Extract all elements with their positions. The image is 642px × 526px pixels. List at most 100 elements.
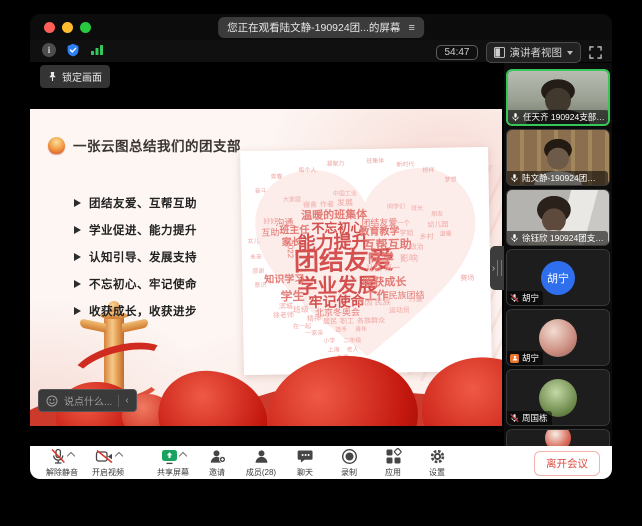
traffic-lights bbox=[44, 22, 91, 33]
participant-tile[interactable]: 周国栋 bbox=[506, 369, 610, 426]
invite-button[interactable]: 邀请 bbox=[199, 448, 235, 478]
chat-placeholder: 说点什么... bbox=[64, 393, 112, 408]
pin-icon bbox=[48, 71, 57, 82]
bullet-arrow-icon bbox=[74, 253, 81, 261]
wordcloud-word: 作者 bbox=[320, 202, 334, 209]
collapse-chat-icon[interactable]: ‹ bbox=[125, 395, 128, 406]
wordcloud-word: 班长 bbox=[411, 206, 423, 212]
banner-text: 您正在观看陆文静-190924团...的屏幕 bbox=[227, 20, 400, 35]
wordcloud-word: 朋友 bbox=[431, 212, 443, 218]
wordcloud-word: 幼儿园 bbox=[427, 222, 448, 229]
wordcloud-word: 二年级 bbox=[343, 338, 361, 344]
wordcloud-word: 影响 bbox=[400, 254, 418, 263]
wordcloud-word: 宿舍 bbox=[303, 202, 317, 209]
wordcloud-word: 温暖 bbox=[440, 232, 452, 238]
start-video-button[interactable]: 开启视频 bbox=[90, 448, 126, 478]
banner-menu-icon[interactable]: ≡ bbox=[408, 22, 414, 34]
divider bbox=[118, 395, 119, 407]
lock-view-button[interactable]: 锁定画面 bbox=[40, 65, 110, 88]
mic-on-icon bbox=[510, 233, 519, 243]
slide-title-emblem-icon bbox=[48, 137, 65, 154]
emoji-icon[interactable] bbox=[46, 395, 58, 407]
sidebar-collapse-handle[interactable]: › bbox=[490, 246, 504, 290]
speaker-view-icon bbox=[494, 47, 505, 58]
watching-screen-banner[interactable]: 您正在观看陆文静-190924团...的屏幕 ≡ bbox=[218, 17, 424, 38]
mic-on-icon bbox=[510, 173, 519, 183]
participant-label: 胡宁 bbox=[507, 351, 543, 365]
wordcloud-word: 北京冬奥会 bbox=[315, 308, 360, 318]
wordcloud-word: 在一起 bbox=[293, 324, 311, 330]
participant-tile[interactable]: 胡宁 胡宁 bbox=[506, 249, 610, 306]
view-mode-button[interactable]: 演讲者视图 bbox=[486, 42, 582, 63]
participant-tile[interactable]: 任天齐 190924支部… bbox=[506, 69, 610, 126]
chevron-up-icon[interactable] bbox=[114, 452, 122, 460]
record-button[interactable]: 录制 bbox=[331, 448, 367, 478]
share-screen-button[interactable]: 共享屏幕 bbox=[155, 448, 191, 478]
wordcloud-word: 赛场 bbox=[460, 275, 474, 282]
network-signal-icon[interactable] bbox=[90, 44, 104, 56]
participant-tile[interactable]: 陆文静-190924团支… bbox=[506, 129, 610, 186]
wordcloud-word: 徐老师 bbox=[273, 312, 294, 319]
titlebar: 您正在观看陆文静-190924团...的屏幕 ≡ bbox=[30, 14, 612, 40]
apps-button[interactable]: 应用 bbox=[375, 448, 411, 478]
wordcloud-word: 学姐 bbox=[399, 230, 413, 237]
wordcloud-word: 发展 bbox=[337, 199, 353, 207]
participants-sidebar: › 任天齐 190924支部… bbox=[504, 63, 612, 446]
wordcloud-word: 是一个 bbox=[389, 220, 410, 227]
participant-label: 胡宁 bbox=[507, 291, 543, 305]
chevron-up-icon[interactable] bbox=[67, 452, 75, 460]
wordcloud-word: 社区 bbox=[366, 265, 382, 273]
wordcloud-word: 学生 bbox=[281, 290, 305, 302]
wordcloud-word: 2022 bbox=[286, 240, 294, 258]
wordcloud-word: 一家亲 bbox=[305, 331, 323, 337]
encryption-shield-icon[interactable] bbox=[66, 43, 80, 57]
meeting-info-icon[interactable]: i bbox=[42, 43, 56, 57]
wordcloud-word: 班级 bbox=[293, 306, 309, 314]
wordcloud-word: 知识学习 bbox=[264, 275, 304, 286]
fullscreen-icon[interactable] bbox=[589, 46, 602, 59]
zoom-window-button[interactable] bbox=[80, 22, 91, 33]
chevron-up-icon[interactable] bbox=[178, 452, 186, 460]
top-toolbar: i 54:47 演讲者视图 bbox=[30, 40, 612, 63]
unmute-button[interactable]: 解除静音 bbox=[44, 448, 80, 478]
wordcloud-card: 团结友爱学业发展能力提升牢记使命不忘初心温暖的班集体互帮互助同学影响收获成长教育… bbox=[240, 147, 492, 375]
apps-icon bbox=[385, 448, 402, 465]
main-content: 锁定画面 一张云图总结我们的团支部 团结友爱、互帮互助 学业促进、能力提升 认知… bbox=[30, 63, 612, 446]
wordcloud-word: 乡村 bbox=[420, 234, 434, 241]
camera-muted-icon bbox=[95, 448, 114, 465]
wordcloud-word: 职工 bbox=[340, 318, 354, 325]
wordcloud-word: 政治 bbox=[410, 244, 424, 251]
wordcloud-words: 团结友爱学业发展能力提升牢记使命不忘初心温暖的班集体互帮互助同学影响收获成长教育… bbox=[240, 147, 492, 375]
slide-bullet: 认知引导、发展支持 bbox=[74, 243, 197, 270]
drag-bars-icon bbox=[497, 260, 502, 276]
close-window-button[interactable] bbox=[44, 22, 55, 33]
wordcloud-word: 未来 bbox=[250, 255, 262, 261]
participant-tile[interactable]: 胡宁 bbox=[506, 309, 610, 366]
slide-title-row: 一张云图总结我们的团支部 bbox=[48, 135, 241, 155]
participant-label: 任天齐 190924支部… bbox=[508, 110, 609, 124]
participant-label: 周国栋 bbox=[507, 411, 552, 425]
slide-bullet: 不忘初心、牢记使命 bbox=[74, 270, 197, 297]
wordcloud-word: 大家庭 bbox=[283, 197, 301, 203]
wordcloud-word: 好好 bbox=[263, 219, 277, 226]
wordcloud-word: 青年 bbox=[355, 327, 367, 333]
shared-screen-area: 锁定画面 一张云图总结我们的团支部 团结友爱、互帮互助 学业促进、能力提升 认知… bbox=[30, 63, 502, 446]
wordcloud-word: 中国工业 bbox=[333, 191, 357, 197]
participant-label: 徐钰欣 190924团支… bbox=[507, 231, 608, 245]
view-mode-label: 演讲者视图 bbox=[510, 45, 563, 60]
slide-bullet: 收获成长，收获进步 bbox=[74, 297, 197, 324]
chat-input[interactable]: 说点什么... ‹ bbox=[38, 389, 137, 412]
participant-tile[interactable]: 徐钰欣 190924团支… bbox=[506, 189, 610, 246]
wordcloud-word: 温暖的班集体 bbox=[301, 210, 367, 222]
minimize-window-button[interactable] bbox=[62, 22, 73, 33]
leave-meeting-button[interactable]: 离开会议 bbox=[534, 451, 600, 476]
bullet-arrow-icon bbox=[74, 199, 81, 207]
wordcloud-word: 不忘初心 bbox=[311, 221, 363, 235]
wordcloud-word: 小学 bbox=[323, 339, 335, 345]
chat-button[interactable]: 聊天 bbox=[287, 448, 323, 478]
participant-tile[interactable] bbox=[506, 429, 610, 446]
settings-button[interactable]: 设置 bbox=[419, 448, 455, 478]
participants-button[interactable]: 成员(28) bbox=[243, 448, 279, 478]
chevron-right-icon: › bbox=[492, 263, 495, 274]
wordcloud-word: 居民 bbox=[323, 319, 337, 326]
